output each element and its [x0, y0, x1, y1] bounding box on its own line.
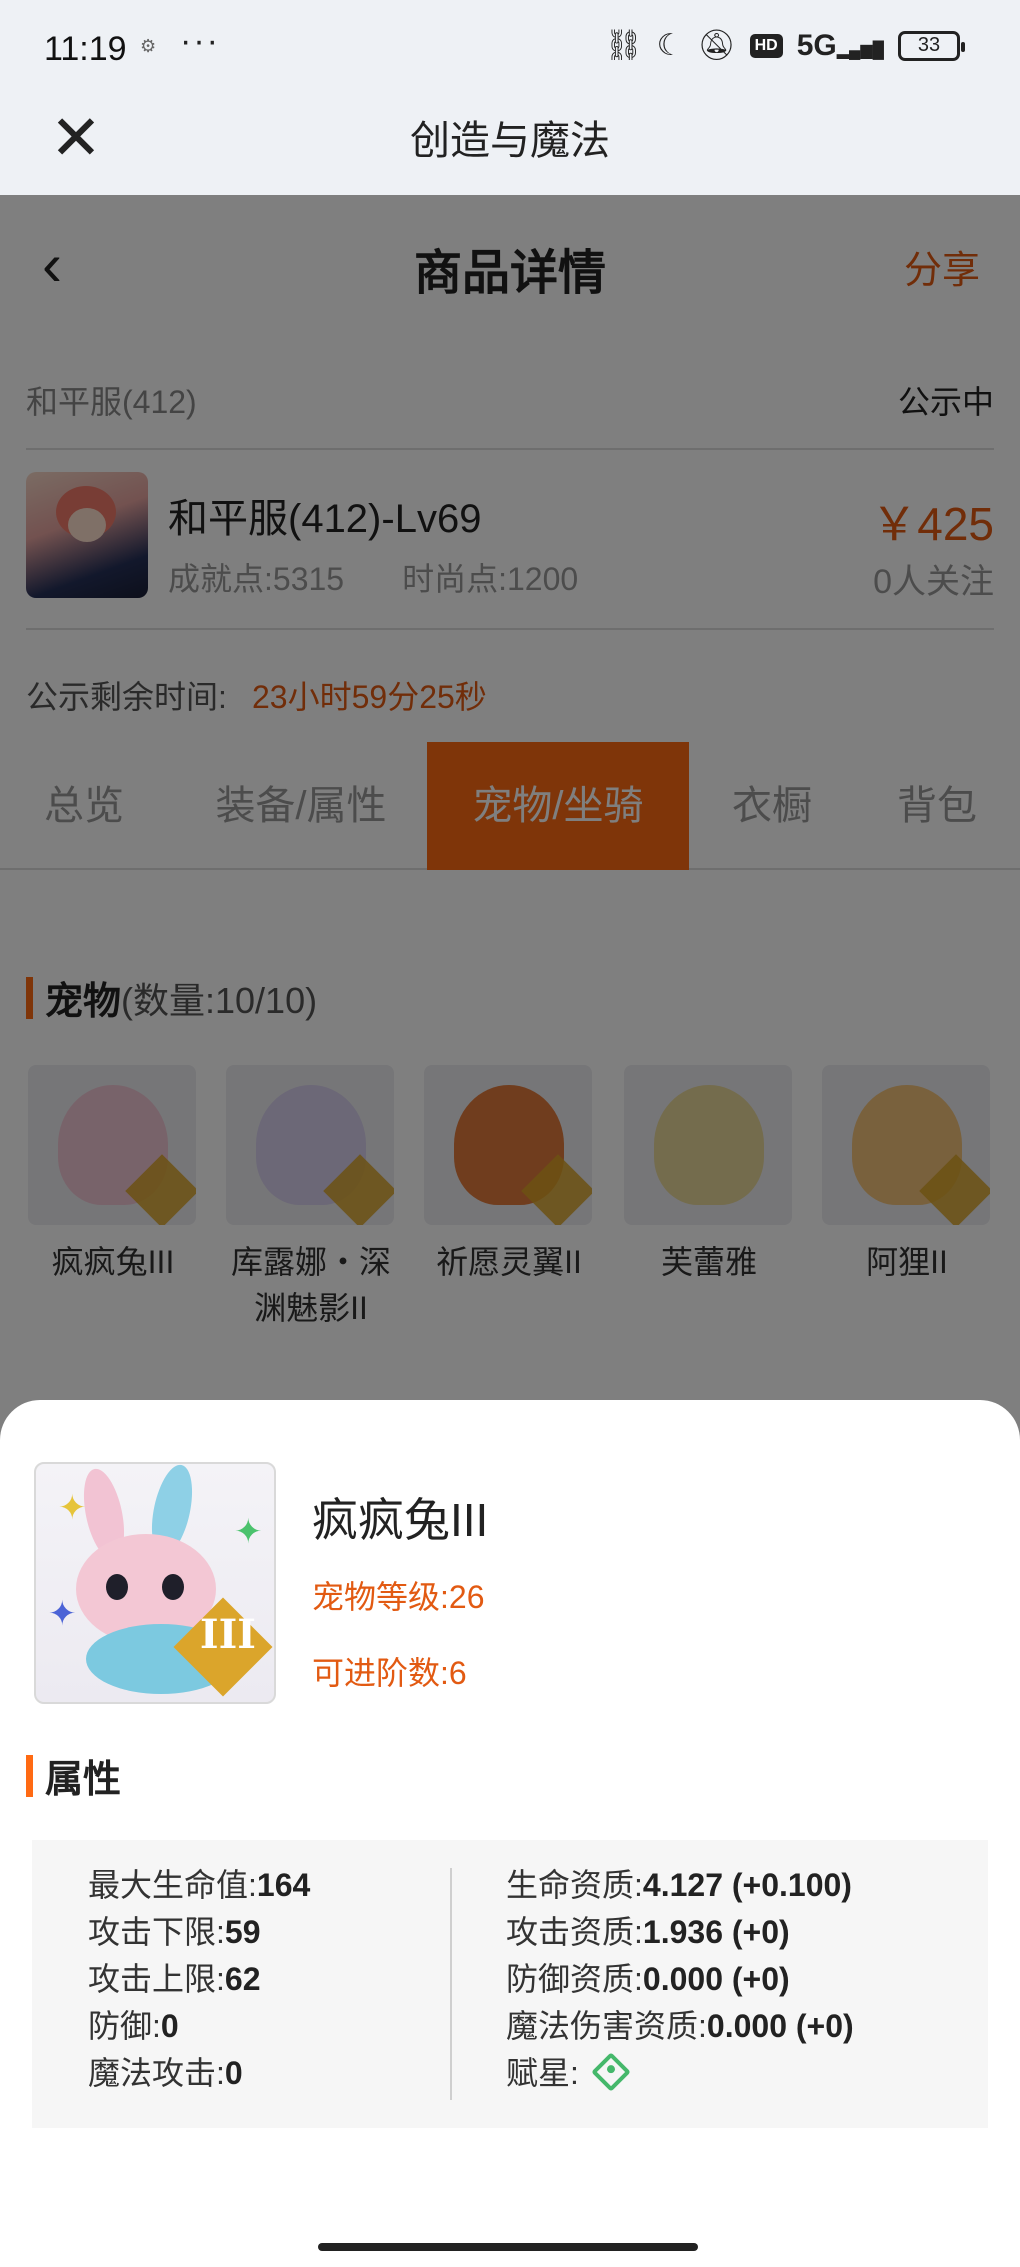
attr-value: 0	[224, 2055, 243, 2091]
attr-label: 生命资质:	[506, 1867, 643, 1903]
attr-label: 最大生命值:	[88, 1867, 257, 1903]
more-dots-icon: ···	[180, 22, 220, 60]
attr-def-aptitude: 防御资质:0.000 (+0)	[506, 1956, 854, 2003]
status-bar: 11:19 ⚙ ··· ⛓ ☾ 🔕︎ HD 5G▂▄▆█ 33	[0, 0, 1020, 100]
attributes-left: 最大生命值:164 攻击下限:59 攻击上限:62 防御:0 魔法攻击:0	[88, 1862, 310, 2097]
pet-portrait: ✦ ✦ ✦ III	[34, 1462, 276, 1704]
mini-program-header: ✕ 创造与魔法	[0, 100, 1020, 195]
pet-level: 宠物等级:26	[312, 1579, 485, 1615]
attr-value: 0	[160, 2008, 179, 2044]
attr-magic-atk: 魔法攻击:0	[88, 2050, 310, 2097]
attr-value: 1.936 (+0)	[642, 1914, 790, 1950]
attr-value: 0.000 (+0)	[642, 1961, 790, 1997]
attr-value: 62	[224, 1961, 261, 1997]
bunny-eye	[162, 1574, 184, 1600]
tier-badge-text: III	[199, 1611, 256, 1658]
battery-icon: 33	[898, 30, 965, 61]
pet-advance: 可进阶数:6	[312, 1655, 467, 1691]
attr-label: 魔法伤害资质:	[506, 2008, 707, 2044]
sparkle-icon: ✦	[48, 1595, 77, 1633]
pet-detail-sheet: ✦ ✦ ✦ III 疯疯兔III 宠物等级:26 可进阶数:6 属性 最大生命值…	[0, 1400, 1020, 2267]
status-time: 11:19	[44, 30, 127, 68]
attr-max-hp: 最大生命值:164	[88, 1862, 310, 1909]
section-accent-bar	[26, 1754, 33, 1797]
attr-atk-min: 攻击下限:59	[88, 1909, 310, 1956]
sparkle-icon: ✦	[234, 1513, 263, 1551]
status-icons: ⛓ ☾ 🔕︎ HD 5G▂▄▆█ 33	[604, 28, 965, 63]
bunny-eye	[106, 1574, 128, 1600]
attr-value: 4.127 (+0.100)	[642, 1867, 852, 1903]
attr-atk-max: 攻击上限:62	[88, 1956, 310, 2003]
sparkle-icon: ✦	[58, 1489, 87, 1527]
attr-label: 攻击资质:	[506, 1914, 643, 1950]
column-divider	[450, 1868, 452, 2100]
attributes-header: 属性	[26, 1748, 121, 1803]
moon-icon: ☾	[656, 29, 684, 62]
app-title: 创造与魔法	[410, 119, 610, 163]
pet-name: 疯疯兔III	[312, 1494, 489, 1546]
attr-label: 攻击上限:	[88, 1961, 225, 1997]
attr-label: 魔法攻击:	[88, 2055, 225, 2091]
section-title: 属性	[45, 1759, 122, 1801]
bell-mute-icon: 🔕︎	[697, 29, 736, 62]
attr-value: 164	[256, 1867, 311, 1903]
attr-hp-aptitude: 生命资质:4.127 (+0.100)	[506, 1862, 854, 1909]
star-gem-icon	[591, 2051, 631, 2092]
attributes-panel: 最大生命值:164 攻击下限:59 攻击上限:62 防御:0 魔法攻击:0 生命…	[32, 1840, 988, 2128]
signal-label: 5G	[796, 28, 837, 62]
attr-label: 防御资质:	[506, 1961, 643, 1997]
attr-label: 攻击下限:	[88, 1914, 225, 1950]
attr-label: 防御:	[88, 2008, 161, 2044]
attr-value: 59	[224, 1914, 261, 1950]
attr-value: 0.000 (+0)	[706, 2008, 854, 2044]
attr-defense: 防御:0	[88, 2003, 310, 2050]
attr-magic-aptitude: 魔法伤害资质:0.000 (+0)	[506, 2003, 854, 2050]
attr-label: 赋星:	[506, 2055, 579, 2091]
attr-star: 赋星:	[506, 2050, 854, 2097]
link-icon: ⛓	[604, 29, 643, 62]
hd-icon: HD	[749, 33, 783, 58]
attributes-right: 生命资质:4.127 (+0.100) 攻击资质:1.936 (+0) 防御资质…	[506, 1862, 854, 2097]
mini-app-icon: ⚙	[140, 36, 157, 56]
attr-atk-aptitude: 攻击资质:1.936 (+0)	[506, 1909, 854, 1956]
home-indicator[interactable]	[318, 2243, 698, 2251]
signal-icon: 5G▂▄▆█	[796, 28, 884, 62]
